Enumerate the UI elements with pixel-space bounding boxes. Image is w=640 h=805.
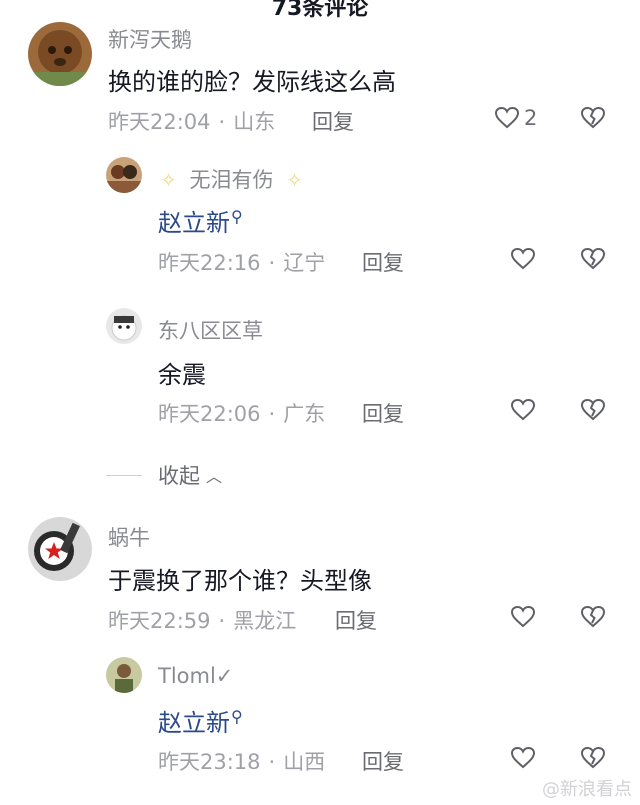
comment-username[interactable]: 新泻天鹅 (108, 24, 192, 54)
avatar[interactable] (106, 157, 142, 193)
separator-dot: · (218, 110, 226, 134)
like-count: 2 (524, 106, 538, 130)
comment-username[interactable]: 无泪有伤 (189, 168, 273, 192)
reply-button[interactable]: 回复 (312, 106, 354, 136)
comment-meta: 昨天22:59 · 黑龙江 (108, 605, 296, 635)
broken-heart-icon (580, 398, 606, 421)
separator-dot: · (268, 750, 276, 774)
separator-dot: · (218, 609, 226, 633)
comment-time: 昨天22:59 (108, 609, 211, 633)
comment-location: 广东 (283, 402, 326, 426)
comment-text: 余震 (158, 361, 206, 389)
reply-button[interactable]: 回复 (362, 746, 404, 776)
broken-heart-icon (580, 605, 606, 628)
search-icon[interactable]: ⚲ (231, 707, 243, 726)
heart-icon (510, 605, 536, 628)
avatar[interactable] (106, 657, 142, 693)
comment-meta: 昨天22:06 · 广东 (158, 398, 325, 428)
comment-location: 山西 (283, 750, 326, 774)
cat-avatar-image (106, 308, 142, 344)
heart-icon (510, 746, 536, 769)
search-icon[interactable]: ⚲ (231, 207, 243, 226)
like-button[interactable] (510, 247, 536, 271)
watermark: @新浪看点 (542, 779, 632, 800)
comment-username-row: ✧ 无泪有伤 ✧ (160, 164, 303, 194)
dislike-button[interactable] (580, 106, 606, 134)
avatar[interactable] (28, 517, 92, 581)
broken-heart-icon (580, 106, 606, 129)
couple-avatar-image (106, 157, 142, 193)
comment-text: 赵立新⚲ (158, 703, 243, 738)
comment-text: 于震换了那个谁？头型像 (108, 567, 372, 595)
mention-link[interactable]: 赵立新 (158, 709, 230, 737)
separator-dot: · (268, 402, 276, 426)
comment-time: 昨天22:06 (158, 402, 261, 426)
comment-meta: 昨天23:18 · 山西 (158, 746, 325, 776)
like-button[interactable] (510, 746, 536, 770)
dislike-button[interactable] (580, 746, 606, 774)
avatar[interactable] (106, 308, 142, 344)
like-button[interactable] (510, 605, 536, 629)
like-button[interactable] (510, 398, 536, 422)
collapse-divider (106, 474, 142, 476)
comment-text: 赵立新⚲ (158, 203, 243, 238)
comments-count-title: 73条评论 (271, 0, 369, 21)
avatar[interactable] (28, 22, 92, 86)
comment-text: 换的谁的脸？发际线这么高 (108, 68, 396, 96)
reply-button[interactable]: 回复 (362, 398, 404, 428)
broken-heart-icon (580, 746, 606, 769)
comment-time: 昨天22:04 (108, 110, 211, 134)
comment-location: 山东 (233, 110, 276, 134)
like-button[interactable]: 2 (494, 106, 537, 130)
collapse-label[interactable]: 收起 (158, 460, 200, 490)
broken-heart-icon (580, 247, 606, 270)
mention-link[interactable]: 赵立新 (158, 209, 230, 237)
comment-username[interactable]: 蜗牛 (108, 522, 150, 552)
portrait-avatar-image (106, 657, 142, 693)
collapse-replies[interactable]: 收起 ︿ (106, 460, 222, 490)
dislike-button[interactable] (580, 247, 606, 275)
heart-icon (510, 247, 536, 270)
heart-icon (510, 398, 536, 421)
reply-button[interactable]: 回复 (335, 605, 377, 635)
snail-avatar-image (28, 517, 92, 581)
sparkle-icon: ✧ (286, 168, 303, 192)
comment-username[interactable]: Tloml✓ (158, 664, 233, 688)
comment-location: 辽宁 (283, 251, 326, 275)
comment-time: 昨天23:18 (158, 750, 261, 774)
comment-time: 昨天22:16 (158, 251, 261, 275)
comment-username[interactable]: 东八区区草 (158, 315, 263, 345)
heart-icon (494, 106, 520, 129)
comment-meta: 昨天22:04 · 山东 (108, 106, 275, 136)
separator-dot: · (268, 251, 276, 275)
comment-meta: 昨天22:16 · 辽宁 (158, 247, 325, 277)
dislike-button[interactable] (580, 398, 606, 426)
dislike-button[interactable] (580, 605, 606, 633)
comment-location: 黑龙江 (233, 609, 297, 633)
sparkle-icon: ✧ (160, 168, 177, 192)
chevron-up-icon: ︿ (206, 467, 223, 486)
reply-button[interactable]: 回复 (362, 247, 404, 277)
dog-avatar-image (28, 22, 92, 86)
